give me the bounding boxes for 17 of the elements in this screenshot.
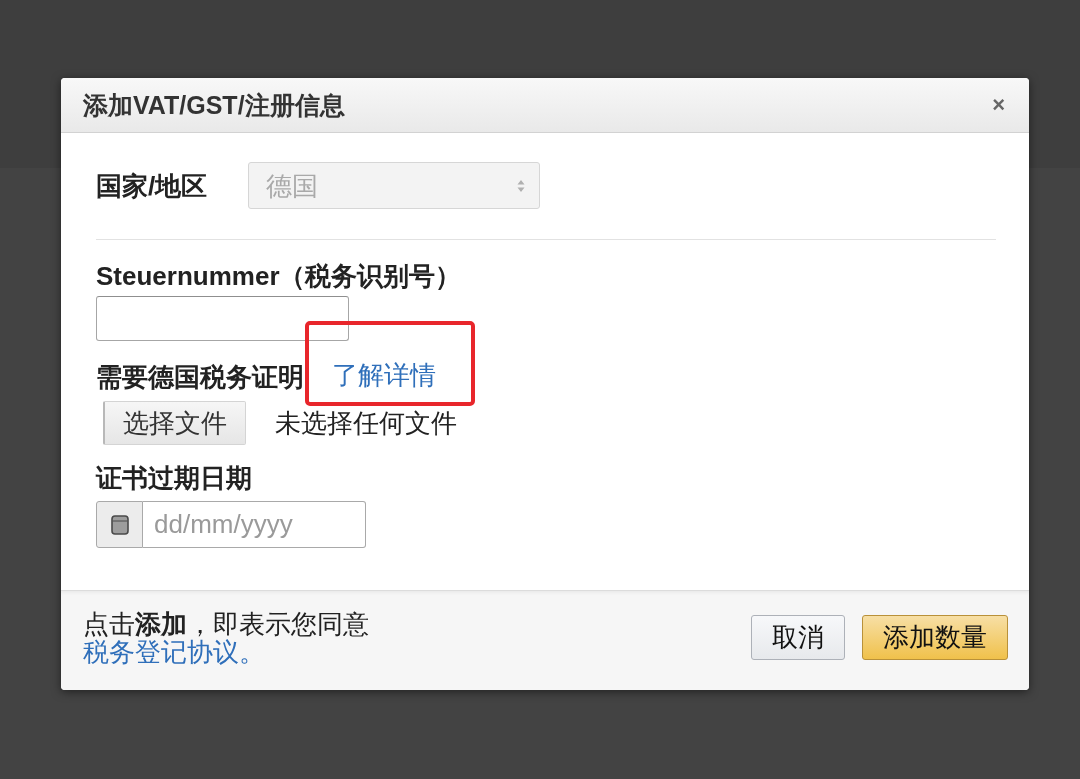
close-button[interactable]: × [988,94,1009,116]
tax-number-input[interactable] [96,296,349,341]
sort-arrows-icon [517,178,525,193]
tax-number-label: Steuernummer（税务识别号） [96,261,463,291]
calendar-icon [110,514,129,535]
cancel-button[interactable]: 取消 [751,615,845,660]
agreement-text: 点击添加，即表示您同意 税务登记协议。 [83,609,370,666]
choose-file-button[interactable]: 选择文件 [103,401,246,445]
file-status-text: 未选择任何文件 [275,408,457,438]
expiry-date-label: 证书过期日期 [96,463,253,493]
date-input[interactable]: dd/mm/yyyy [143,501,366,548]
country-label: 国家/地区 [96,170,209,201]
add-button[interactable]: 添加数量 [862,615,1008,660]
dialog-title: 添加VAT/GST/注册信息 [83,90,345,120]
certificate-label: 需要德国税务证明 [96,362,304,392]
agreement-link[interactable]: 税务登记协议。 [83,636,265,667]
learn-more-link[interactable]: 了解详情 [332,360,436,390]
